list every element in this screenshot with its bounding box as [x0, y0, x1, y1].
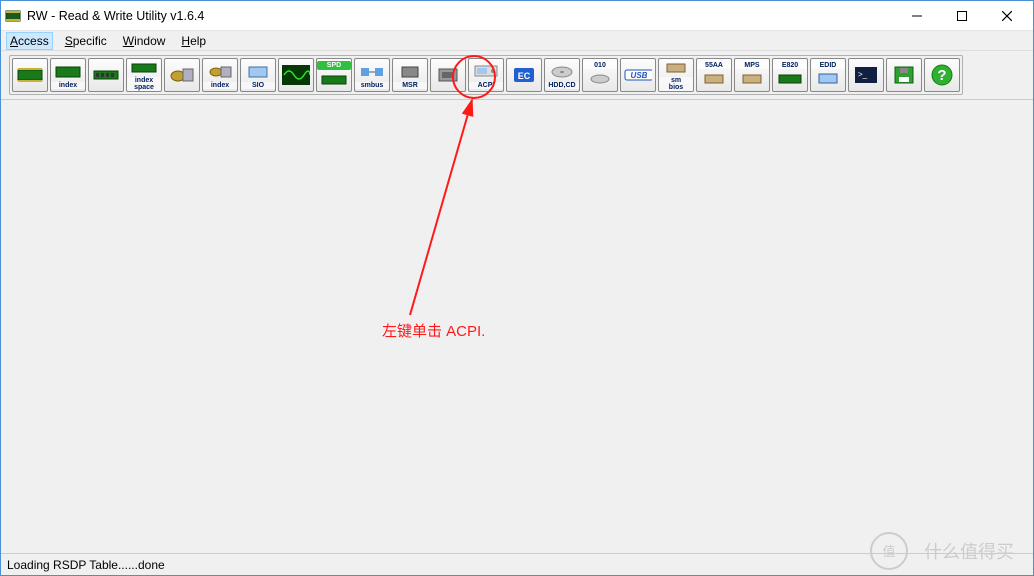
- maximize-button[interactable]: [939, 1, 984, 30]
- toolbar-container: index index space index SIO SPD smbus MS…: [1, 51, 1033, 99]
- ram-icon: [130, 59, 158, 77]
- ec-icon: EC: [510, 65, 538, 85]
- chip-icon: [54, 62, 82, 82]
- menu-specific[interactable]: Specific: [62, 33, 110, 49]
- chip-icon: [700, 69, 728, 89]
- acpi-button[interactable]: ACPI: [468, 58, 504, 92]
- window-controls: [894, 1, 1029, 30]
- close-button[interactable]: [984, 1, 1029, 30]
- chip-icon: [244, 62, 272, 82]
- chip-icon: [16, 65, 44, 85]
- hdd-cd-button[interactable]: HDD,CD: [544, 58, 580, 92]
- smbios-button[interactable]: sm bios: [658, 58, 694, 92]
- ram-icon: [92, 65, 120, 85]
- svg-text:EC: EC: [518, 71, 531, 81]
- terminal-icon: >_: [852, 65, 880, 85]
- disk-icon: [586, 69, 614, 89]
- chip-icon: [738, 69, 766, 89]
- cpu-icon: [396, 62, 424, 82]
- app-icon: [5, 8, 21, 24]
- window-title: RW - Read & Write Utility v1.6.4: [27, 9, 894, 23]
- menubar: Access Specific Window Help: [1, 31, 1033, 51]
- usb-button[interactable]: USB: [620, 58, 656, 92]
- io-button[interactable]: [164, 58, 200, 92]
- spd-button[interactable]: SPD: [316, 58, 352, 92]
- msr-button[interactable]: MSR: [392, 58, 428, 92]
- statusbar: Loading RSDP Table......done: [1, 553, 1033, 575]
- ec-button[interactable]: EC: [506, 58, 542, 92]
- disk-button[interactable]: [886, 58, 922, 92]
- mps-button[interactable]: MPS: [734, 58, 770, 92]
- acpi-icon: [472, 62, 500, 82]
- client-area: [1, 99, 1033, 553]
- port-icon: [168, 65, 196, 85]
- menu-window[interactable]: Window: [120, 33, 169, 49]
- smbus-button[interactable]: smbus: [354, 58, 390, 92]
- cpu-icon: [434, 65, 462, 85]
- disk-icon: [548, 62, 576, 82]
- cpu-button[interactable]: [430, 58, 466, 92]
- wave-icon: [282, 65, 310, 85]
- toolbar: index index space index SIO SPD smbus MS…: [9, 55, 963, 95]
- index-button[interactable]: index: [50, 58, 86, 92]
- help-icon: ?: [928, 65, 956, 85]
- floppy-icon: [890, 65, 918, 85]
- ram-icon: [320, 70, 348, 90]
- bus-icon: [358, 62, 386, 82]
- usb-icon: USB: [624, 65, 652, 85]
- menu-help[interactable]: Help: [178, 33, 209, 49]
- chip-icon: [662, 59, 690, 77]
- index-space-button[interactable]: index space: [126, 58, 162, 92]
- e820-button[interactable]: E820: [772, 58, 808, 92]
- monitor-icon: [814, 69, 842, 89]
- svg-text:?: ?: [937, 67, 946, 84]
- svg-text:>_: >_: [858, 70, 868, 79]
- edid-button[interactable]: EDID: [810, 58, 846, 92]
- memory-button[interactable]: [88, 58, 124, 92]
- sio-button[interactable]: SIO: [240, 58, 276, 92]
- menu-access[interactable]: Access: [7, 33, 52, 49]
- help-button[interactable]: ?: [924, 58, 960, 92]
- io-index-button[interactable]: index: [202, 58, 238, 92]
- ram-icon: [776, 69, 804, 89]
- port-icon: [206, 62, 234, 82]
- o10-button[interactable]: 010: [582, 58, 618, 92]
- cmd-button[interactable]: >_: [848, 58, 884, 92]
- app-window: RW - Read & Write Utility v1.6.4 Access …: [0, 0, 1034, 576]
- aa55-button[interactable]: 55AA: [696, 58, 732, 92]
- clock-button[interactable]: [278, 58, 314, 92]
- minimize-button[interactable]: [894, 1, 939, 30]
- titlebar: RW - Read & Write Utility v1.6.4: [1, 1, 1033, 31]
- pci-button[interactable]: [12, 58, 48, 92]
- svg-text:USB: USB: [631, 71, 648, 80]
- status-text: Loading RSDP Table......done: [7, 558, 165, 572]
